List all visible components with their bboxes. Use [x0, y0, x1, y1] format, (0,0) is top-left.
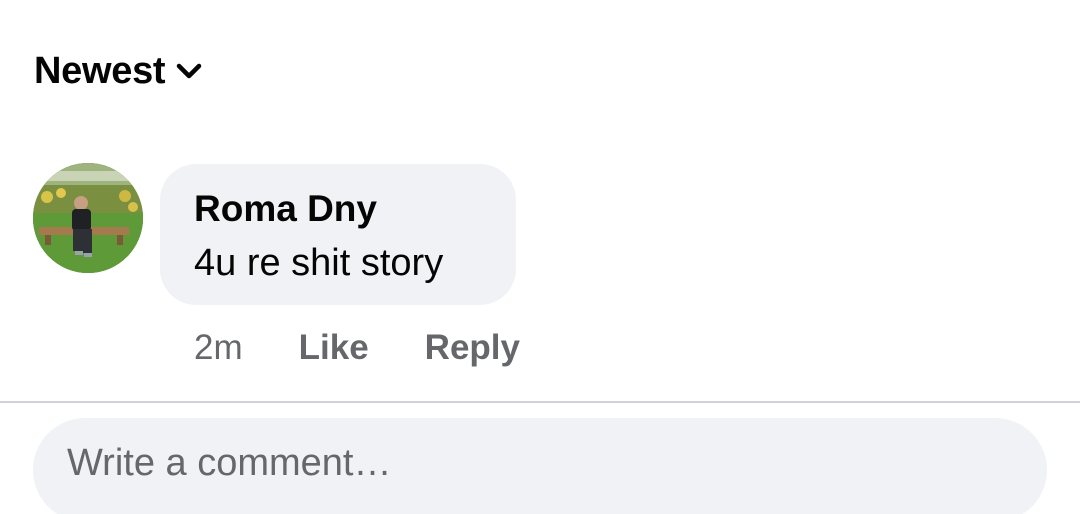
reply-button[interactable]: Reply	[425, 328, 520, 368]
sort-label: Newest	[34, 49, 166, 92]
sort-dropdown[interactable]: Newest	[34, 49, 203, 93]
avatar[interactable]	[33, 163, 143, 273]
divider	[0, 401, 1080, 403]
chevron-down-icon	[175, 57, 203, 85]
comment-bubble: Roma Dny 4u re shit story	[160, 164, 516, 305]
comments-panel: Newest Roma Dny 4u re shit story 2m Like…	[0, 0, 1080, 514]
comment-input[interactable]	[33, 418, 1047, 514]
comment-timestamp[interactable]: 2m	[194, 328, 243, 368]
comment-composer[interactable]	[33, 418, 1047, 514]
avatar-photo	[33, 163, 143, 273]
like-button[interactable]: Like	[299, 328, 369, 368]
comment-text: 4u re shit story	[194, 242, 444, 284]
comment-author[interactable]: Roma Dny	[194, 188, 377, 230]
comment-actions: 2m Like Reply	[194, 326, 576, 370]
